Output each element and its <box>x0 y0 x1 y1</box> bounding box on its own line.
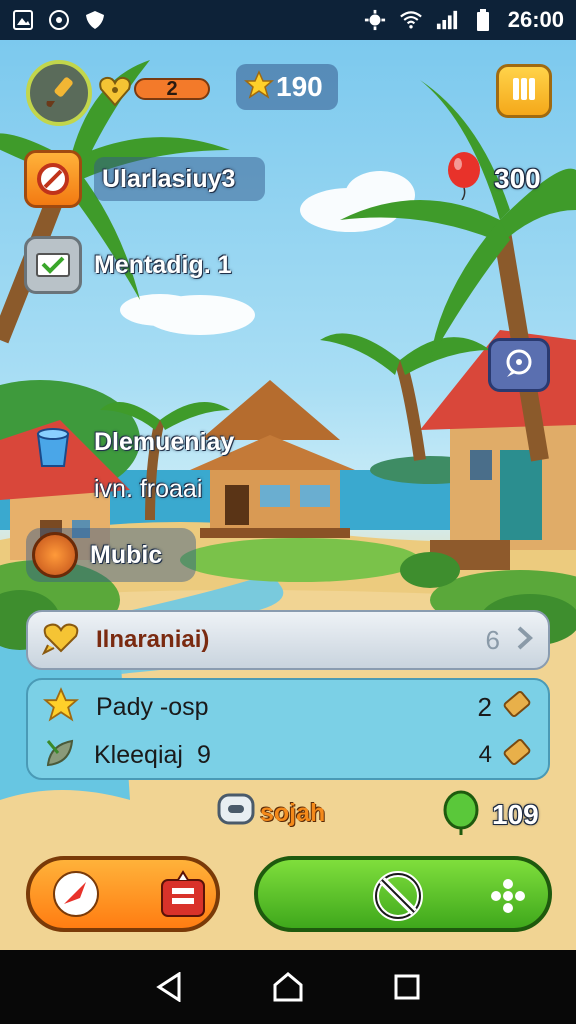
star-count: 190 <box>276 71 323 102</box>
image-icon <box>12 9 34 31</box>
pause-button[interactable] <box>496 64 552 118</box>
star-counter: 190 <box>236 64 338 110</box>
quest-label: Ilnaraniai) <box>96 626 210 653</box>
menu-item-label: Ularlasiuy3 <box>102 164 236 193</box>
play-button[interactable] <box>254 856 552 932</box>
ticket-icon <box>500 688 534 727</box>
speech-heart-icon <box>41 621 80 660</box>
menu-item-storage[interactable]: Dlemueniay ivn. froaai <box>24 418 234 504</box>
boost-button[interactable] <box>26 856 220 932</box>
task-label: Pady -osp <box>96 692 209 721</box>
chat-label: sojah <box>260 799 326 827</box>
star-icon <box>42 686 80 728</box>
quest-bar[interactable]: Ilnaraniai) 6 <box>26 610 550 670</box>
move-icon <box>488 876 528 921</box>
chat-label-badge[interactable]: sojah <box>216 792 325 835</box>
signal-icon <box>436 9 458 31</box>
gem-total-count: 109 <box>492 798 539 830</box>
gem-total: 109 <box>440 788 539 841</box>
balloon-icon <box>444 152 486 205</box>
paintbrush-icon <box>39 71 79 116</box>
battery-icon <box>472 9 494 31</box>
menu-item-music[interactable]: Mubic <box>26 528 197 582</box>
task-count: 2 <box>477 691 492 722</box>
gem-count: 2 <box>166 77 178 100</box>
game-scene[interactable]: 2 190 300 Ularlasiuy3 Mentadig. 1 Dlemue… <box>0 40 576 950</box>
menu-item-targets[interactable]: Ularlasiuy3 <box>24 150 266 208</box>
green-gem-icon <box>440 788 482 841</box>
chevron-right-icon <box>516 625 534 656</box>
recents-icon[interactable] <box>389 969 425 1005</box>
chat-bubble-icon <box>503 348 535 383</box>
back-icon[interactable] <box>151 969 187 1005</box>
no-entry-icon <box>368 866 428 931</box>
gift-box-icon <box>158 868 208 925</box>
heart-icon <box>98 74 132 113</box>
status-bar: 26:00 <box>0 0 576 40</box>
ticket-icon <box>500 736 534 775</box>
pause-icon <box>509 74 539 109</box>
task-row[interactable]: Pady -osp 2 <box>28 684 548 730</box>
gem-counter: 2 <box>134 78 210 100</box>
menu-item-label: Mubic <box>90 540 163 569</box>
rocket-icon <box>50 868 102 925</box>
home-icon[interactable] <box>270 969 306 1005</box>
coin-icon <box>32 532 78 578</box>
navigation-bar <box>0 950 576 1024</box>
menu-item-label: Mentadig. 1 <box>94 250 232 279</box>
balloon-count: 300 <box>494 162 541 194</box>
task-count: 4 <box>478 741 492 768</box>
tasks-panel: Pady -osp 2 Kleeqiaj 9 4 <box>26 678 550 780</box>
settings-icon <box>364 9 386 31</box>
media-icon <box>48 9 70 31</box>
check-mail-icon <box>24 236 82 294</box>
task-label: Kleeqiaj <box>94 740 183 769</box>
task-row[interactable]: Kleeqiaj 9 4 <box>28 732 548 778</box>
star-icon <box>243 69 275 105</box>
target-icon <box>24 150 82 208</box>
profile-button[interactable] <box>26 60 92 126</box>
task-extra: 9 <box>196 740 211 769</box>
chat-button[interactable] <box>488 338 550 392</box>
shield-icon <box>84 9 106 31</box>
chat-icon <box>216 792 256 835</box>
wifi-icon <box>399 9 422 31</box>
bucket-icon <box>24 418 82 476</box>
balloon-counter: 300 <box>444 152 541 205</box>
menu-item-label: Dlemueniay <box>94 428 235 456</box>
menu-item-sublabel: ivn. froaai <box>94 475 203 503</box>
menu-item-messages[interactable]: Mentadig. 1 <box>24 236 232 294</box>
clock: 26:00 <box>507 7 564 32</box>
quest-count: 6 <box>485 624 500 655</box>
leaf-icon <box>42 735 78 776</box>
